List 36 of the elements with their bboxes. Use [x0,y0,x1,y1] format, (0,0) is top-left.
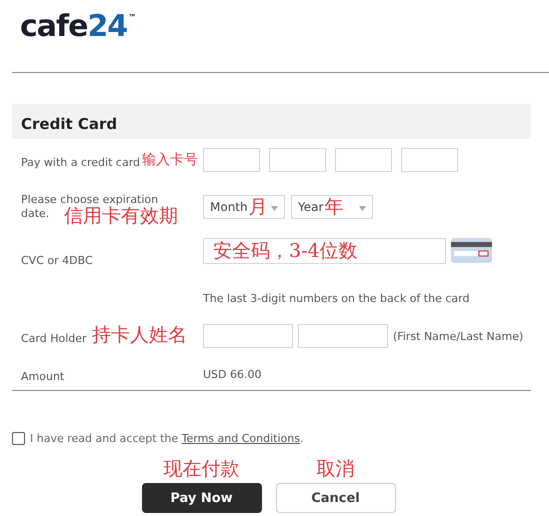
checkbox[interactable] [12,432,25,444]
logo: cafe24™ [20,13,138,41]
field-label: Please choose expiration [21,193,158,206]
cvc-input[interactable]: 安全码，3-4位数 [203,238,446,264]
annotation: 持卡人姓名 [92,324,187,346]
section-title: Credit Card [21,115,118,133]
field-label: CVC or 4DBC [21,254,93,267]
last-name-input[interactable] [298,324,388,348]
annotation: 月 [248,196,268,218]
annotation: 安全码，3-4位数 [213,240,358,262]
caret-icon [271,206,278,211]
credit-card-icon [451,238,492,263]
name-note: (First Name/Last Name) [393,330,524,342]
terms-link[interactable]: Terms and Conditions [182,432,300,444]
card-number-input[interactable] [401,148,458,172]
dropdown[interactable]: Month 月 [203,195,285,219]
agreement-text: I have read and accept the Terms and Conditions. [30,432,304,444]
card-number-input[interactable] [335,148,392,172]
field-label: date. [21,207,50,221]
caret-icon [359,206,366,211]
annotation: 输入卡号 [142,151,198,169]
field-label: Pay with a credit card [21,156,140,168]
annotation: 现在付款 [164,458,240,480]
first-name-input[interactable] [203,324,293,348]
cancel-button[interactable]: Cancel [276,483,396,513]
help-text: The last 3-digit numbers on the back of the card [203,292,470,304]
annotation: 年 [324,196,344,218]
annotation: 取消 [316,458,354,480]
card-number-input[interactable] [269,148,326,172]
pay-button[interactable]: Pay Now [142,483,262,513]
field-label: Card Holder [21,332,87,344]
amount-value: USD 66.00 [203,368,262,380]
annotation: 信用卡有效期 [64,205,178,227]
field-label: Amount [21,370,64,382]
dropdown[interactable]: Year年 [291,195,373,219]
card-number-input[interactable] [203,148,260,172]
